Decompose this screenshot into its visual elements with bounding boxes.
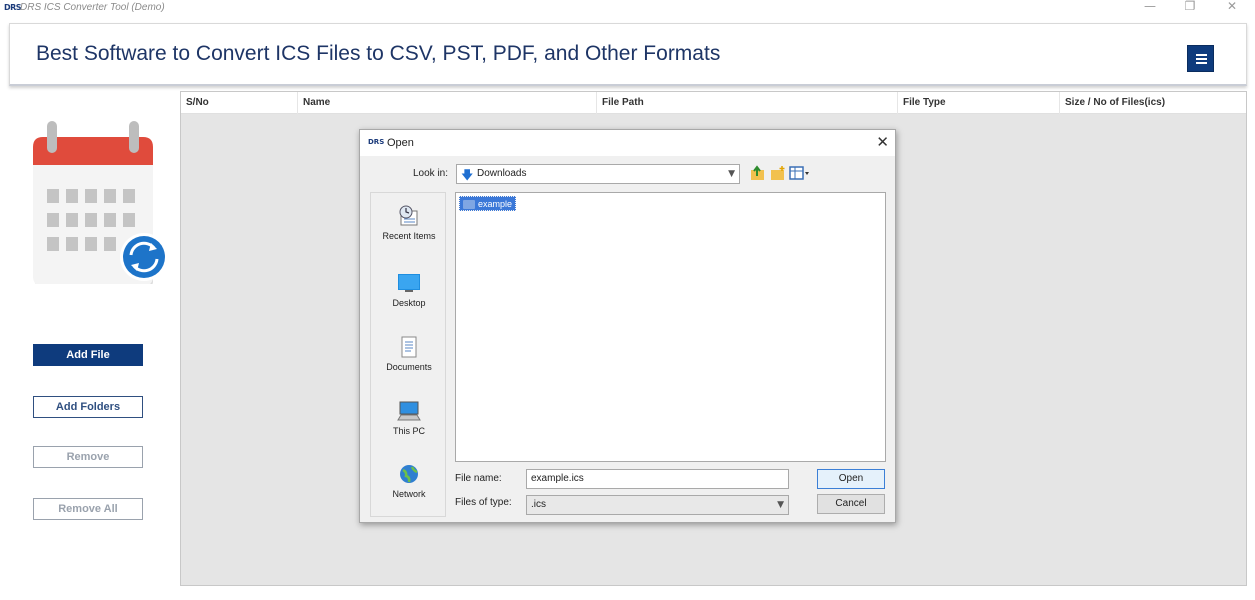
add-file-button[interactable]: Add File: [33, 344, 143, 366]
dialog-title: Open: [387, 137, 414, 149]
column-header-file-path[interactable]: File Path: [597, 92, 898, 114]
hamburger-icon: [1196, 54, 1207, 56]
recent-items-icon: [399, 205, 418, 226]
up-folder-icon[interactable]: [750, 165, 766, 181]
files-of-type-label: Files of type:: [455, 497, 512, 508]
column-header-size[interactable]: Size / No of Files(ics): [1060, 92, 1246, 114]
column-header-sno[interactable]: S/No: [181, 92, 298, 114]
column-header-name[interactable]: Name: [298, 92, 597, 114]
left-panel: Add File Add Folders Remove Remove All: [9, 91, 173, 596]
open-dialog: DRS Open ✕ Look in: 🡇 Downloads ▼ Recent…: [359, 129, 896, 523]
column-header-file-type[interactable]: File Type: [898, 92, 1060, 114]
maximize-button[interactable]: ❐: [1170, 0, 1210, 14]
documents-icon: [401, 336, 417, 358]
file-name-label: File name:: [455, 473, 502, 484]
header-banner: Best Software to Convert ICS Files to CS…: [9, 23, 1247, 86]
downloads-arrow-icon: 🡇: [461, 168, 474, 182]
menu-button[interactable]: [1187, 45, 1214, 72]
add-folders-button[interactable]: Add Folders: [33, 396, 143, 418]
table-header: S/No Name File Path File Type Size / No …: [181, 92, 1246, 114]
place-this-pc[interactable]: This PC: [371, 400, 447, 436]
title-bar: DRS DRS ICS Converter Tool (Demo) — ❐ ✕: [0, 0, 1255, 18]
chevron-down-icon: ▼: [777, 500, 784, 510]
close-button[interactable]: ✕: [1212, 0, 1252, 14]
place-recent-items[interactable]: Recent Items: [371, 205, 447, 241]
place-network[interactable]: Network: [371, 463, 447, 499]
place-documents[interactable]: Documents: [371, 336, 447, 372]
network-globe-icon: [400, 465, 418, 483]
calendar-sync-icon: [33, 121, 168, 284]
dialog-close-button[interactable]: ✕: [876, 133, 889, 151]
page-title: Best Software to Convert ICS Files to CS…: [36, 42, 721, 65]
chevron-down-icon: ▼: [728, 169, 735, 179]
cancel-button[interactable]: Cancel: [817, 494, 885, 514]
window-title: DRS ICS Converter Tool (Demo): [20, 2, 165, 13]
dialog-app-icon: DRS: [368, 138, 385, 146]
look-in-value: Downloads: [477, 168, 527, 179]
files-of-type-value: .ics: [531, 499, 546, 510]
places-bar: Recent Items Desktop Documents This PC N…: [370, 192, 446, 517]
computer-icon: [397, 401, 421, 421]
new-folder-icon[interactable]: [770, 165, 786, 181]
view-menu-icon[interactable]: [789, 165, 811, 181]
file-list[interactable]: example: [455, 192, 886, 462]
remove-all-button[interactable]: Remove All: [33, 498, 143, 520]
files-of-type-select[interactable]: .ics ▼: [526, 495, 789, 515]
desktop-icon: [398, 274, 420, 292]
file-item-name: example: [478, 199, 513, 209]
app-icon: DRS: [4, 3, 22, 12]
look-in-label: Look in:: [413, 168, 449, 179]
minimize-button[interactable]: —: [1130, 0, 1170, 14]
open-button[interactable]: Open: [817, 469, 885, 489]
look-in-select[interactable]: 🡇 Downloads ▼: [456, 164, 740, 184]
list-item[interactable]: example: [459, 196, 517, 211]
dialog-title-bar: DRS Open ✕: [360, 130, 895, 156]
place-desktop[interactable]: Desktop: [371, 272, 447, 308]
remove-button[interactable]: Remove: [33, 446, 143, 468]
folder-icon: [463, 200, 475, 209]
file-name-input[interactable]: example.ics: [526, 469, 789, 489]
